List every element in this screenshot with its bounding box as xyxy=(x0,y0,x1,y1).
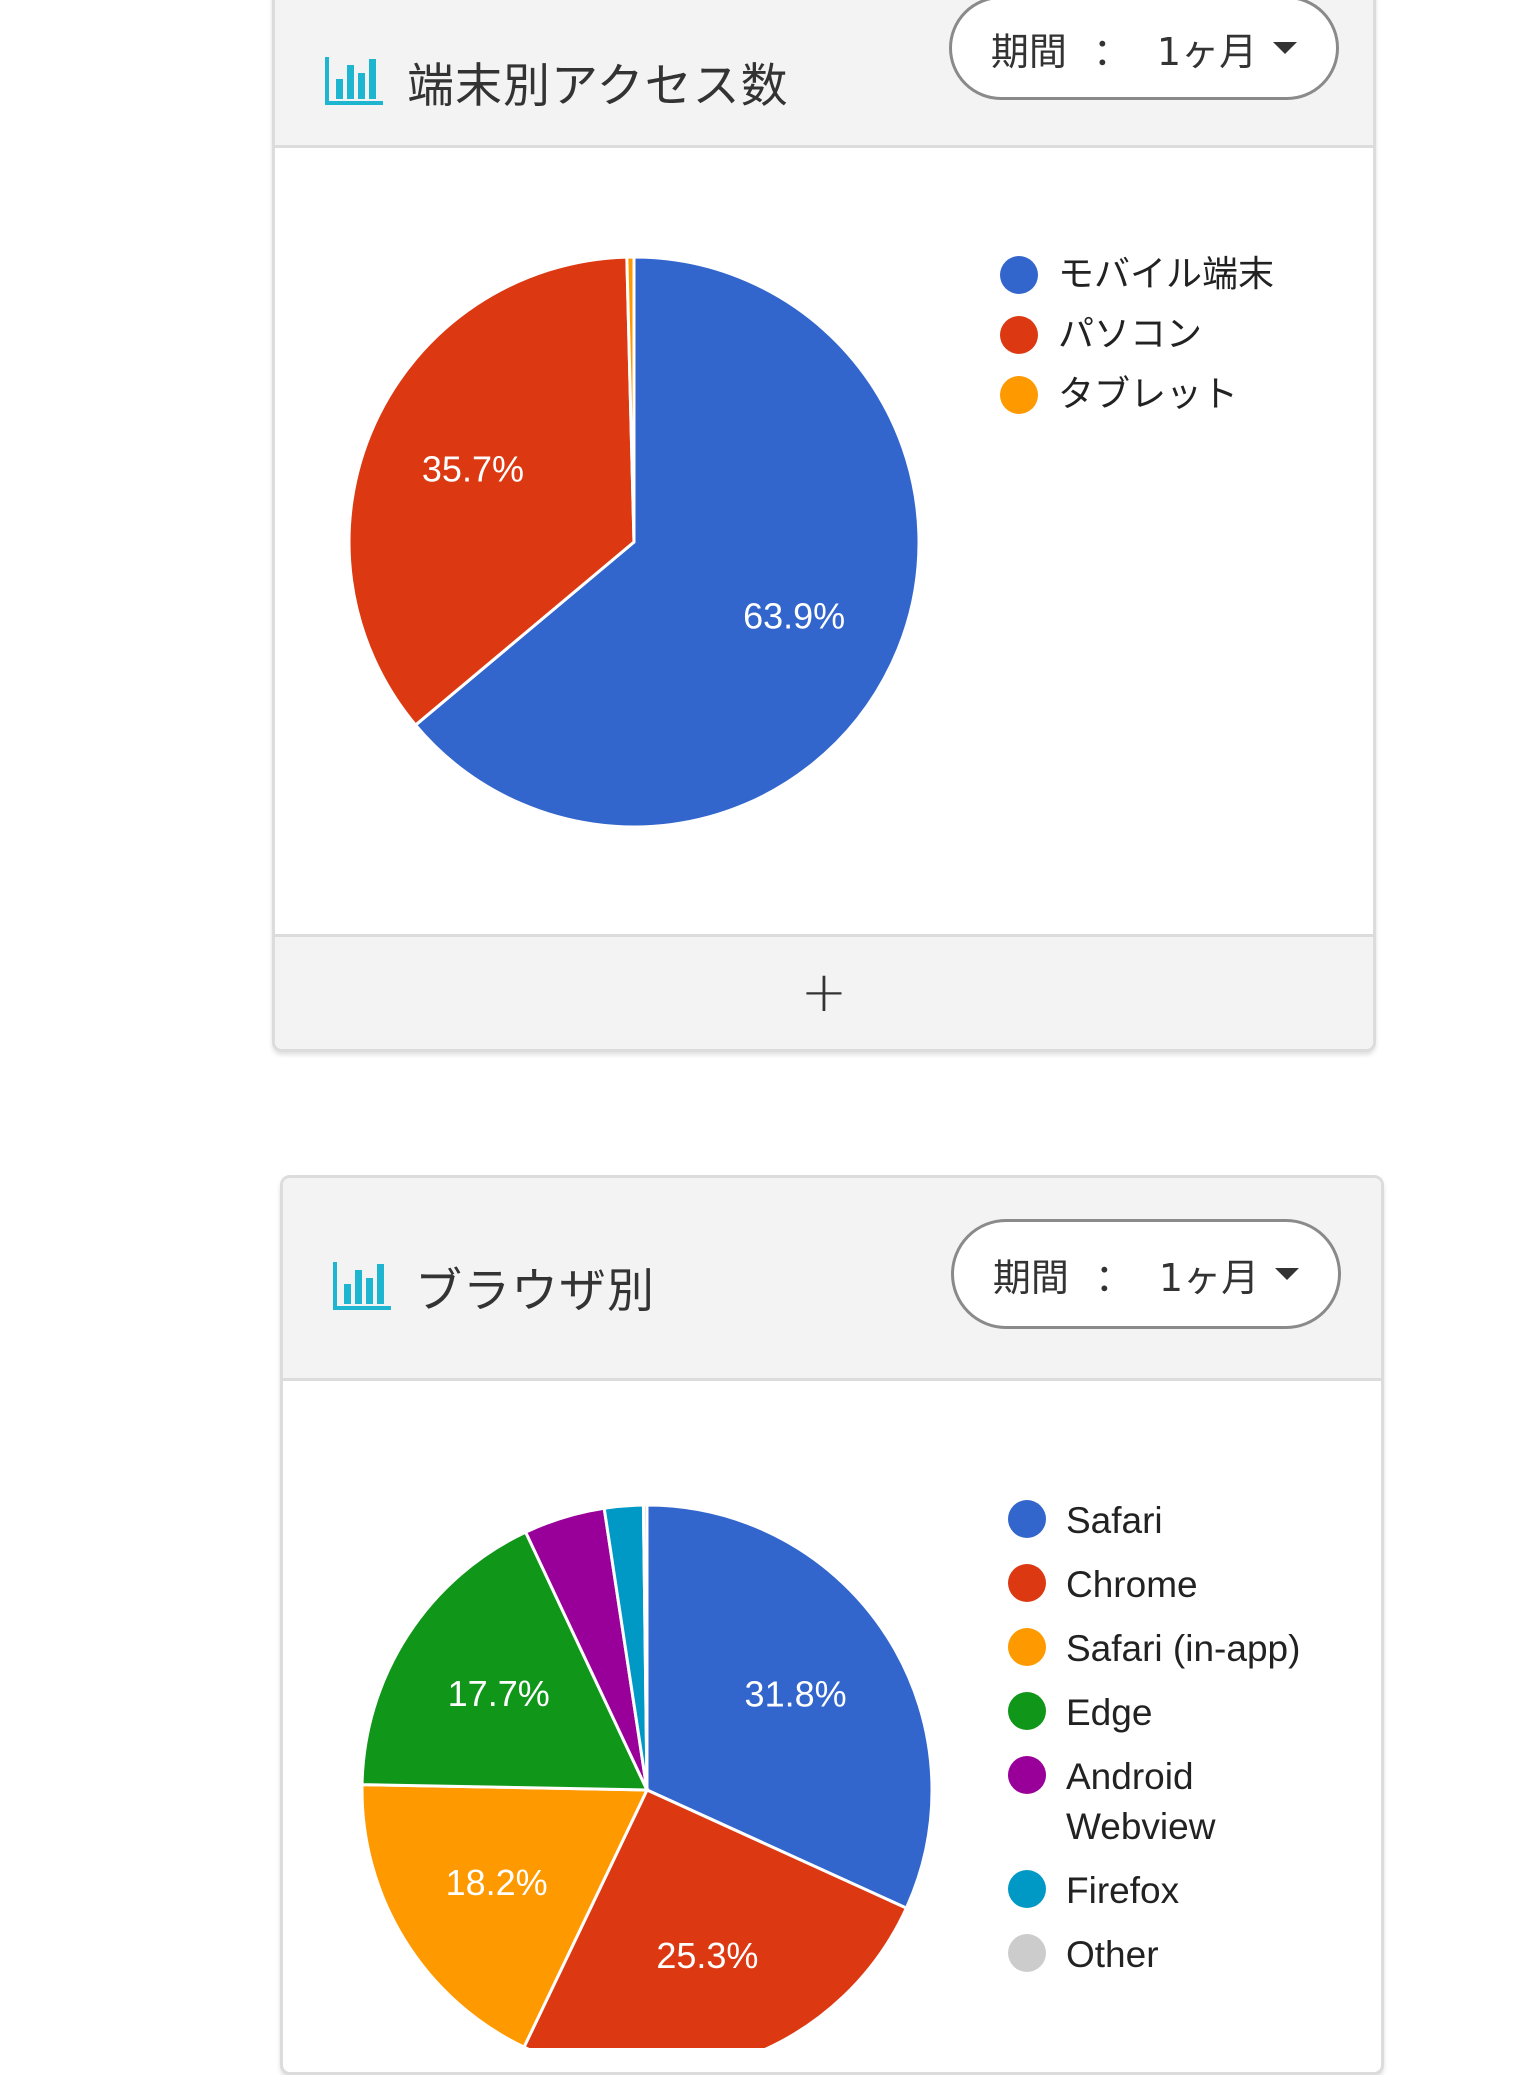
legend-label: Firefox xyxy=(1066,1870,1180,1911)
slice-label: 25.3% xyxy=(656,1935,758,1976)
legend-dot-icon xyxy=(1008,1756,1046,1794)
legend-item[interactable]: Android Webview xyxy=(1008,1752,1338,1852)
legend-dot-icon xyxy=(1008,1870,1046,1908)
slice-label: 31.8% xyxy=(745,1673,847,1714)
pie-2: 31.8% 25.3% 18.2% 17.7% xyxy=(360,1503,934,2048)
legend-label: パソコン xyxy=(1058,314,1203,355)
legend-item[interactable]: Firefox xyxy=(1008,1866,1338,1916)
slice-label: 63.9% xyxy=(743,596,845,637)
legend-label: Safari xyxy=(1066,1500,1163,1541)
legend-label: Safari (in-app) xyxy=(1066,1628,1301,1669)
legend-dot-icon xyxy=(1008,1564,1046,1602)
legend-dot-icon xyxy=(1000,316,1038,354)
legend-dot-icon xyxy=(1008,1934,1046,1972)
legend-item[interactable]: タブレット xyxy=(1000,372,1274,432)
legend-item[interactable]: パソコン xyxy=(1000,312,1274,372)
legend-item[interactable]: Other xyxy=(1008,1930,1338,1980)
legend-label: モバイル端末 xyxy=(1058,254,1275,295)
legend-item[interactable]: モバイル端末 xyxy=(1000,252,1274,312)
legend-dot-icon xyxy=(1000,376,1038,414)
legend-item[interactable]: Chrome xyxy=(1008,1560,1338,1610)
legend-dot-icon xyxy=(1008,1692,1046,1730)
pie-1: 63.9% 35.7% xyxy=(347,255,921,829)
slice-label: 18.2% xyxy=(446,1862,548,1903)
slice-label: 17.7% xyxy=(448,1673,550,1714)
device-legend: モバイル端末 パソコンタブレット xyxy=(1000,252,1274,432)
legend-label: Edge xyxy=(1066,1692,1153,1733)
legend-item[interactable]: Edge xyxy=(1008,1688,1338,1738)
legend-item[interactable]: Safari (in-app) xyxy=(1008,1624,1338,1674)
legend-dot-icon xyxy=(1008,1500,1046,1538)
legend-label: Chrome xyxy=(1066,1564,1198,1605)
legend-dot-icon xyxy=(1008,1628,1046,1666)
slice-label: 35.7% xyxy=(422,448,524,489)
legend-label: Other xyxy=(1066,1934,1159,1975)
browser-legend: Safari Chrome Safari (in-app) Edge Android W… xyxy=(1008,1496,1338,1994)
legend-label: タブレット xyxy=(1058,374,1239,415)
legend-label: Android Webview xyxy=(1066,1756,1216,1847)
legend-item[interactable]: Safari xyxy=(1008,1496,1338,1546)
legend-dot-icon xyxy=(1000,256,1038,294)
